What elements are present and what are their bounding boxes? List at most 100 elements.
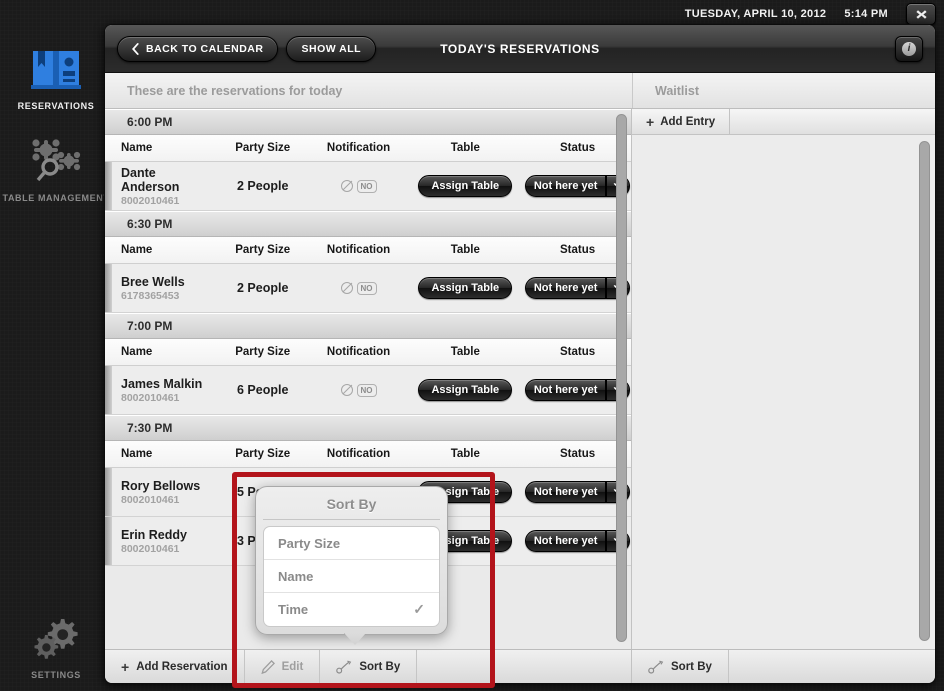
sort-option-party-size[interactable]: Party Size (264, 527, 439, 560)
pencil-icon (260, 660, 275, 674)
sort-icon (336, 660, 352, 674)
column-header-name: Name (121, 448, 153, 460)
book-contacts-icon (0, 42, 112, 94)
column-header-table: Table (450, 142, 480, 154)
notification-badge: NO (356, 383, 377, 397)
sidebar-item-table-management[interactable]: TABLE MANAGEMENT (0, 112, 112, 204)
column-header-name: Name (121, 244, 153, 256)
no-notification-icon (340, 384, 353, 396)
pane-subheaders: These are the reservations for today Wai… (105, 73, 935, 109)
add-reservation-button[interactable]: + Add Reservation (105, 650, 245, 683)
table-cell: Assign Table (406, 379, 524, 401)
reservation-guest: Erin Reddy 8002010461 (105, 528, 215, 555)
assign-table-button[interactable]: Assign Table (418, 277, 513, 299)
sort-icon (648, 660, 664, 674)
waitlist-subheader-label: Waitlist (655, 83, 699, 98)
info-button[interactable]: i (895, 36, 923, 62)
guest-name: Bree Wells (121, 274, 185, 289)
plus-icon: + (646, 113, 655, 130)
sidebar-item-settings[interactable]: SETTINGS (0, 597, 112, 681)
show-all-button[interactable]: SHOW ALL (286, 35, 377, 62)
waitlist-toolbar: + Add Entry (632, 109, 935, 135)
no-notification-icon (340, 180, 353, 192)
guest-phone: 8002010461 (121, 391, 180, 404)
status-date: TUESDAY, APRIL 10, 2012 (684, 8, 827, 20)
group-time-header: 7:30 PM (105, 415, 631, 441)
column-header-party-size: Party Size (235, 142, 291, 154)
reservation-guest: Rory Bellows 8002010461 (105, 479, 215, 506)
sort-option-label: Time (278, 602, 309, 617)
waitlist-panel: + Add Entry (632, 109, 935, 649)
waitlist-scrollbar[interactable] (919, 141, 930, 641)
group-time-header: 6:00 PM (105, 109, 631, 135)
sort-option-time[interactable]: Time ✓ (264, 593, 439, 626)
checkmark-icon: ✓ (413, 601, 425, 617)
waitlist-sort-by-button[interactable]: Sort By (632, 650, 729, 683)
left-nav-rail: RESERVATIONS TABLE MANAGEMENT SETTINGS (0, 28, 112, 691)
back-to-calendar-button[interactable]: BACK TO CALENDAR (117, 35, 279, 62)
assign-table-button[interactable]: Assign Table (418, 379, 513, 401)
guest-phone: 6178365453 (121, 289, 180, 302)
party-size-value: 2 People (237, 281, 289, 295)
sidebar-item-reservations[interactable]: RESERVATIONS (0, 28, 112, 112)
status-time: 5:14 PM (844, 8, 888, 20)
reservations-window: BACK TO CALENDAR SHOW ALL TODAY'S RESERV… (104, 24, 936, 684)
sort-by-options: Party Size Name Time ✓ (263, 526, 440, 627)
info-icon: i (902, 42, 916, 56)
reservation-row[interactable]: Dante Anderson 8002010461 2 People NO Assign… (105, 162, 631, 211)
reservations-subheader: These are the reservations for today (105, 73, 632, 108)
column-header-notification: Notification (326, 346, 391, 358)
reservations-actions: + Add Reservation Edit Sort By (105, 650, 632, 683)
close-button[interactable] (906, 3, 936, 25)
column-header-status: Status (560, 346, 596, 358)
guest-phone: 8002010461 (121, 194, 180, 207)
guest-name: James Malkin (121, 376, 203, 391)
column-header-name: Name (121, 142, 153, 154)
add-entry-button[interactable]: + Add Entry (632, 109, 731, 134)
status-cell: Not here yet (524, 530, 631, 552)
column-header-name: Name (121, 346, 153, 358)
notification-cell: NO (311, 179, 407, 193)
status-button[interactable]: Not here yet (524, 277, 607, 299)
status-cell: Not here yet (524, 379, 631, 401)
table-cell: Assign Table (406, 175, 524, 197)
window-body: 6:00 PM Name Party Size Notification Table St… (105, 109, 935, 649)
column-header-table: Table (450, 448, 480, 460)
column-header-party-size: Party Size (235, 346, 291, 358)
party-size-value: 6 People (237, 383, 289, 397)
status-button-group: Not here yet (524, 481, 631, 503)
column-header-status: Status (560, 448, 596, 460)
column-header-row: Name Party Size Notification Table Status (105, 339, 631, 366)
reservations-scrollbar[interactable] (616, 114, 627, 642)
show-all-label: SHOW ALL (301, 42, 362, 55)
edit-button[interactable]: Edit (245, 650, 321, 683)
reservation-row[interactable]: Bree Wells 6178365453 2 People NO Assign Tab… (105, 264, 631, 313)
assign-table-button[interactable]: Assign Table (418, 175, 513, 197)
party-size-value: 2 People (237, 179, 289, 193)
chevron-left-icon (132, 42, 139, 55)
status-button[interactable]: Not here yet (524, 175, 607, 197)
status-cell: Not here yet (524, 175, 631, 197)
guest-name: Rory Bellows (121, 478, 201, 493)
column-header-party-size: Party Size (235, 448, 291, 460)
guest-phone: 8002010461 (121, 493, 180, 506)
close-icon (915, 9, 927, 19)
guest-phone: 8002010461 (121, 542, 180, 555)
sort-by-label: Sort By (359, 661, 401, 673)
column-header-notification: Notification (326, 448, 391, 460)
edit-label: Edit (281, 661, 304, 673)
column-header-table: Table (450, 346, 480, 358)
group-time-header: 7:00 PM (105, 313, 631, 339)
sidebar-item-label: RESERVATIONS (17, 101, 95, 111)
sort-option-label: Party Size (278, 535, 341, 551)
column-header-notification: Notification (326, 142, 391, 154)
notification-badge: NO (356, 281, 377, 295)
status-button[interactable]: Not here yet (524, 379, 607, 401)
window-bottombar: + Add Reservation Edit Sort By Sort By (105, 649, 935, 683)
table-cell: Assign Table (406, 277, 524, 299)
status-button[interactable]: Not here yet (524, 530, 607, 552)
reservation-row[interactable]: James Malkin 8002010461 6 People NO Assign T… (105, 366, 631, 415)
status-button[interactable]: Not here yet (524, 481, 607, 503)
sort-option-name[interactable]: Name (264, 560, 439, 593)
sort-by-button[interactable]: Sort By (320, 650, 418, 683)
